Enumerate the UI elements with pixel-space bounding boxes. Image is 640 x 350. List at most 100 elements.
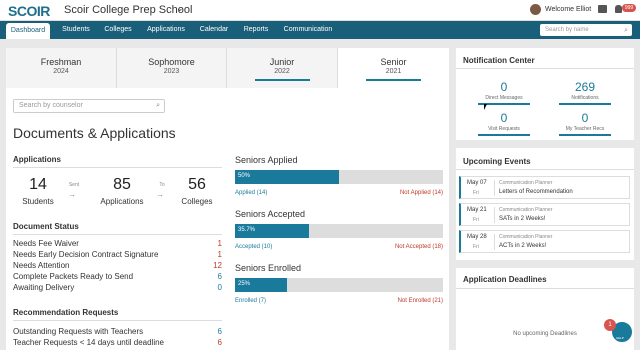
welcome-menu[interactable]: Welcome Elliot bbox=[545, 6, 591, 13]
tab-label: Sophomore bbox=[148, 57, 195, 67]
tab-label: Senior bbox=[380, 57, 407, 67]
notification-badge: 999 bbox=[622, 4, 636, 12]
tab-year: 2021 bbox=[385, 68, 402, 75]
counselor-search-input[interactable]: Search by counselor ⌕ bbox=[13, 99, 165, 113]
divider bbox=[456, 169, 634, 170]
event-card[interactable]: May 21 Fri Communication Planner SATs in… bbox=[459, 203, 630, 226]
not-applied-count-link[interactable]: Not Applied (14) bbox=[343, 190, 443, 196]
divider bbox=[456, 68, 634, 69]
not-enrolled-count-link[interactable]: Not Enrolled (21) bbox=[343, 298, 443, 304]
divider bbox=[13, 234, 222, 235]
tab-freshman[interactable]: Freshman 2024 bbox=[6, 48, 117, 88]
application-deadlines-heading: Application Deadlines bbox=[463, 275, 547, 284]
visit-requests-underline bbox=[478, 134, 530, 136]
page-title: Documents & Applications bbox=[13, 125, 176, 141]
rec-row-label: Teacher Requests < 14 days until deadlin… bbox=[13, 338, 164, 347]
event-card[interactable]: May 28 Fri Communication Planner ACTs in… bbox=[459, 230, 630, 253]
bar-percent: 25% bbox=[238, 281, 251, 287]
to-label: To bbox=[159, 182, 165, 188]
applied-count-link[interactable]: Applied (14) bbox=[235, 190, 267, 196]
seniors-enrolled-bar[interactable]: 25% bbox=[235, 278, 443, 292]
tab-senior[interactable]: Senior 2021 bbox=[338, 48, 449, 88]
bar-percent: 35.7% bbox=[238, 227, 256, 233]
doc-row-label: Needs Fee Waiver bbox=[13, 239, 79, 248]
seniors-accepted-bar[interactable]: 35.7% bbox=[235, 224, 443, 238]
event-title: SATs in 2 Weeks! bbox=[499, 216, 546, 222]
event-title: Letters of Recommendation bbox=[499, 189, 573, 195]
bell-icon[interactable] bbox=[615, 5, 622, 13]
notifications-count[interactable]: 269 bbox=[555, 80, 615, 94]
direct-messages-label: Direct Messages bbox=[485, 95, 523, 101]
rec-row-value[interactable]: 6 bbox=[202, 327, 222, 336]
teacher-recs-underline bbox=[559, 134, 611, 136]
rec-row-value[interactable]: 6 bbox=[202, 338, 222, 347]
enrolled-count-link[interactable]: Enrolled (7) bbox=[235, 298, 266, 304]
tab-sophomore[interactable]: Sophomore 2023 bbox=[117, 48, 227, 88]
help-label: HELP bbox=[616, 336, 624, 340]
top-bar: SCOIR Scoir College Prep School ⌄ Welcom… bbox=[0, 0, 640, 21]
doc-row-value[interactable]: 1 bbox=[202, 250, 222, 259]
tab-junior[interactable]: Junior 2022 bbox=[227, 48, 338, 88]
name-search-input[interactable]: Search by name ⌕ bbox=[540, 24, 632, 36]
doc-row-value[interactable]: 12 bbox=[202, 261, 222, 270]
doc-row-value[interactable]: 1 bbox=[202, 239, 222, 248]
doc-row-label: Awaiting Delivery bbox=[13, 283, 75, 292]
no-deadlines-message: No upcoming Deadlines bbox=[513, 331, 577, 337]
event-category: Communication Planner bbox=[499, 234, 553, 240]
divider bbox=[456, 288, 634, 289]
direct-messages-count[interactable]: 0 bbox=[474, 80, 534, 94]
notification-center-heading: Notification Center bbox=[463, 56, 535, 65]
tab-underline bbox=[365, 79, 422, 81]
doc-row-label: Needs Early Decision Contract Signature bbox=[13, 250, 159, 259]
doc-row-value[interactable]: 6 bbox=[202, 272, 222, 281]
event-date: May 21 bbox=[467, 207, 487, 213]
event-divider bbox=[494, 180, 495, 196]
applications-count[interactable]: 85 bbox=[90, 176, 154, 194]
seniors-accepted-heading: Seniors Accepted bbox=[235, 209, 306, 219]
nav-dashboard[interactable]: Dashboard bbox=[6, 23, 50, 39]
avatar[interactable] bbox=[530, 4, 541, 15]
students-count[interactable]: 14 bbox=[13, 176, 63, 194]
nav-applications[interactable]: Applications bbox=[142, 21, 190, 39]
seniors-applied-heading: Seniors Applied bbox=[235, 155, 298, 165]
event-category: Communication Planner bbox=[499, 207, 553, 213]
rec-row-label: Outstanding Requests with Teachers bbox=[13, 327, 144, 336]
event-divider bbox=[494, 234, 495, 250]
year-tabs: Freshman 2024 Sophomore 2023 Junior 2022… bbox=[6, 48, 449, 88]
upcoming-events-heading: Upcoming Events bbox=[463, 157, 531, 166]
nav-reports[interactable]: Reports bbox=[238, 21, 274, 39]
students-label: Students bbox=[22, 197, 54, 206]
seniors-applied-bar[interactable]: 50% bbox=[235, 170, 443, 184]
event-date: May 07 bbox=[467, 180, 487, 186]
not-accepted-count-link[interactable]: Not Accepted (18) bbox=[343, 244, 443, 250]
visit-requests-count[interactable]: 0 bbox=[474, 111, 534, 125]
recommendation-heading: Recommendation Requests bbox=[13, 308, 119, 317]
event-card[interactable]: May 07 Fri Communication Planner Letters… bbox=[459, 176, 630, 199]
teacher-recs-count[interactable]: 0 bbox=[555, 111, 615, 125]
scoir-logo[interactable]: SCOIR bbox=[8, 3, 50, 19]
bar-percent: 50% bbox=[238, 173, 251, 179]
nav-students[interactable]: Students bbox=[56, 21, 96, 39]
tab-label: Freshman bbox=[40, 57, 82, 67]
mouse-cursor-icon bbox=[484, 104, 487, 110]
doc-row-value[interactable]: 0 bbox=[202, 283, 222, 292]
school-name[interactable]: Scoir College Prep School bbox=[64, 4, 192, 16]
teacher-recs-label: My Teacher Recs bbox=[565, 126, 605, 132]
nav-communication[interactable]: Communication bbox=[280, 21, 336, 39]
arrow-right-icon: → bbox=[68, 190, 76, 199]
doc-row-label: Complete Packets Ready to Send bbox=[13, 272, 134, 281]
applications-label: Applications bbox=[100, 197, 144, 206]
counselor-placeholder: Search by counselor bbox=[19, 102, 83, 109]
chevron-down-icon[interactable]: ⌄ bbox=[176, 3, 184, 14]
colleges-label: Colleges bbox=[181, 197, 213, 206]
help-badge: 1 bbox=[604, 319, 616, 331]
colleges-count[interactable]: 56 bbox=[172, 176, 222, 194]
bar-fill bbox=[235, 170, 339, 184]
event-weekday: Fri bbox=[473, 217, 479, 223]
nav-colleges[interactable]: Colleges bbox=[100, 21, 136, 39]
tab-year: 2023 bbox=[163, 68, 180, 75]
event-date: May 28 bbox=[467, 234, 487, 240]
chat-icon[interactable] bbox=[598, 5, 607, 13]
accepted-count-link[interactable]: Accepted (10) bbox=[235, 244, 272, 250]
nav-calendar[interactable]: Calendar bbox=[196, 21, 232, 39]
